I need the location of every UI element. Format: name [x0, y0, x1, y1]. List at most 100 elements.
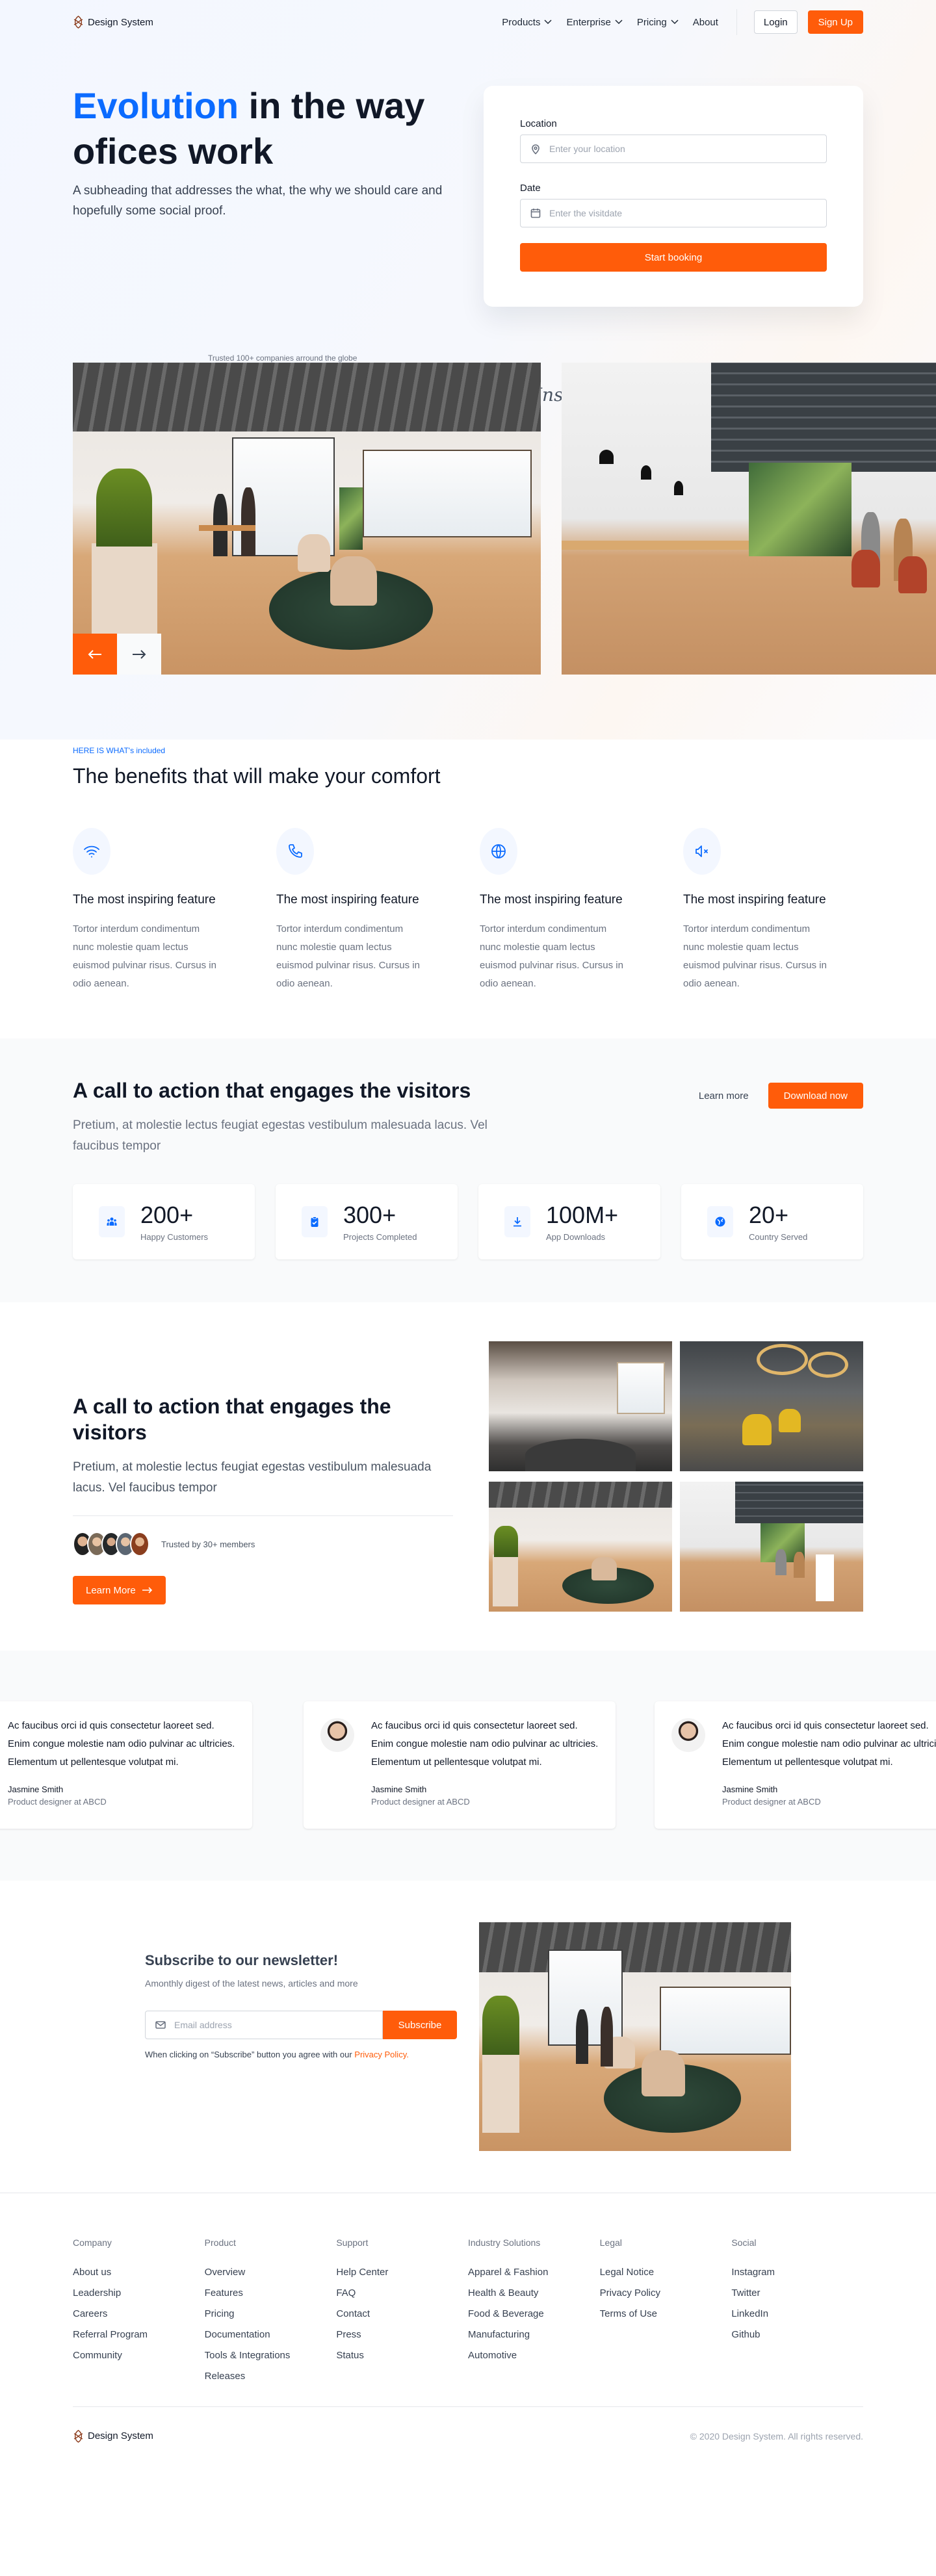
learn-more-link[interactable]: Learn more: [699, 1090, 749, 1101]
email-field[interactable]: [145, 2011, 383, 2039]
footer-link[interactable]: Help Center: [336, 2262, 468, 2283]
clipboard-check-icon: [311, 1217, 318, 1227]
footer-logo[interactable]: Design System: [73, 2429, 153, 2443]
footer-link[interactable]: Manufacturing: [468, 2325, 600, 2345]
privacy-policy-link[interactable]: Privacy Policy.: [354, 2050, 409, 2059]
footer-link[interactable]: Legal Notice: [600, 2262, 732, 2283]
signup-button[interactable]: Sign Up: [807, 10, 863, 34]
footer-link[interactable]: Contact: [336, 2304, 468, 2325]
newsletter-section: Subscribe to our newsletter! Amonthly di…: [0, 1881, 936, 2193]
footer-link[interactable]: Pricing: [205, 2304, 337, 2325]
footer-link[interactable]: Status: [336, 2345, 468, 2366]
testimonial-name: Jasmine Smith: [722, 1784, 778, 1794]
mail-icon: [155, 2021, 166, 2029]
testimonial-avatar: [671, 1718, 705, 1752]
logo-icon: [73, 2429, 83, 2443]
footer-link[interactable]: Community: [73, 2345, 205, 2366]
footer-link[interactable]: Referral Program: [73, 2325, 205, 2345]
footer-link[interactable]: Overview: [205, 2262, 337, 2283]
divider: [73, 1515, 453, 1516]
footer-link[interactable]: LinkedIn: [731, 2304, 863, 2325]
download-now-button[interactable]: Download now: [768, 1083, 863, 1109]
feature-item: The most inspiring feature Tortor interd…: [683, 828, 863, 993]
feature-icon-badge: [480, 828, 517, 875]
consent-text: When clicking on “Subscribe” button you …: [145, 2050, 457, 2059]
footer-link[interactable]: Leadership: [73, 2283, 205, 2304]
footer-heading: Social: [731, 2237, 757, 2248]
footer-link[interactable]: Github: [731, 2325, 863, 2345]
brand-logo[interactable]: Design System: [73, 16, 153, 29]
learn-more-button[interactable]: Learn More: [73, 1576, 166, 1604]
office-photo-bar: [562, 363, 936, 675]
logo-icon: [73, 16, 83, 29]
feature-desc: Tortor interdum condimentum nunc molesti…: [73, 923, 216, 989]
date-input[interactable]: [549, 208, 817, 218]
footer-link[interactable]: Press: [336, 2325, 468, 2345]
feature-title: The most inspiring feature: [73, 893, 216, 907]
stat-value: 200+: [140, 1201, 194, 1228]
subscribe-button[interactable]: Subscribe: [383, 2011, 457, 2039]
testimonial-role: Product designer at ABCD: [371, 1797, 470, 1807]
footer-link[interactable]: Tools & Integrations: [205, 2345, 337, 2366]
footer-link[interactable]: Careers: [73, 2304, 205, 2325]
users-icon: [107, 1217, 117, 1226]
footer-col-support: Support Help Center FAQ Contact Press St…: [336, 2237, 468, 2406]
nav-divider: [736, 9, 737, 35]
calendar-icon: [530, 209, 541, 218]
footer-link[interactable]: Documentation: [205, 2325, 337, 2345]
nav-products[interactable]: Products: [502, 17, 552, 28]
footer-link[interactable]: Automotive: [468, 2345, 600, 2366]
footer-link[interactable]: Features: [205, 2283, 337, 2304]
footer-link[interactable]: Twitter: [731, 2283, 863, 2304]
feature-item: The most inspiring feature Tortor interd…: [73, 828, 253, 993]
testimonial-role: Product designer at ABCD: [722, 1797, 821, 1807]
footer-link[interactable]: Apparel & Fashion: [468, 2262, 600, 2283]
consent-label: When clicking on “Subscribe” button you …: [145, 2050, 355, 2059]
stat-icon-badge: [99, 1206, 125, 1237]
feature-title: The most inspiring feature: [480, 893, 623, 907]
stat-value: 300+: [343, 1201, 396, 1228]
carousel-prev-button[interactable]: [73, 634, 117, 675]
date-field[interactable]: [520, 199, 827, 227]
stat-card: 200+ Happy Customers: [73, 1184, 255, 1259]
hero-title: Evolution in the way ofices work: [73, 83, 463, 174]
footer-link[interactable]: Privacy Policy: [600, 2283, 732, 2304]
footer-link[interactable]: Health & Beauty: [468, 2283, 600, 2304]
nav-enterprise[interactable]: Enterprise: [566, 17, 623, 28]
feature-icon-badge: [683, 828, 721, 875]
feature-item: The most inspiring feature Tortor interd…: [480, 828, 660, 993]
avatar: [130, 1532, 150, 1556]
feature-desc: Tortor interdum condimentum nunc molesti…: [683, 923, 827, 989]
testimonial-avatar: [320, 1718, 354, 1752]
email-input[interactable]: [174, 2020, 373, 2030]
footer-link[interactable]: Instagram: [731, 2262, 863, 2283]
nav-products-label: Products: [502, 16, 541, 28]
office-photo-lounge: [73, 363, 541, 675]
location-field[interactable]: [520, 135, 827, 163]
location-input[interactable]: [549, 144, 817, 154]
carousel-next-button[interactable]: [117, 634, 161, 675]
feature-desc: Tortor interdum condimentum nunc molesti…: [276, 923, 420, 989]
footer-link[interactable]: About us: [73, 2262, 205, 2283]
footer-col-social: Social Instagram Twitter LinkedIn Github: [731, 2237, 863, 2406]
feature-icon-badge: [73, 828, 110, 875]
login-button[interactable]: Login: [753, 10, 798, 34]
cta-desc: Pretium, at molestie lectus feugiat eges…: [73, 1118, 488, 1153]
office-photo-lounge: [489, 1482, 672, 1612]
stat-icon-badge: [707, 1206, 733, 1237]
wifi-icon: [84, 845, 99, 858]
newsletter-office-photo: [479, 1922, 791, 2151]
arrow-left-icon: [88, 649, 101, 659]
chevron-down-icon: [671, 19, 679, 25]
footer-columns: Company About us Leadership Careers Refe…: [73, 2193, 863, 2406]
nav-about[interactable]: About: [693, 17, 718, 28]
start-booking-button[interactable]: Start booking: [520, 243, 827, 272]
map-pin-icon: [532, 144, 540, 155]
nav-pricing[interactable]: Pricing: [637, 17, 679, 28]
footer-link[interactable]: FAQ: [336, 2283, 468, 2304]
stat-icon-badge: [302, 1206, 328, 1237]
footer-link[interactable]: Food & Beverage: [468, 2304, 600, 2325]
footer-link[interactable]: Terms of Use: [600, 2304, 732, 2325]
footer-link[interactable]: Releases: [205, 2366, 337, 2387]
feature-desc: Tortor interdum condimentum nunc molesti…: [480, 923, 623, 989]
